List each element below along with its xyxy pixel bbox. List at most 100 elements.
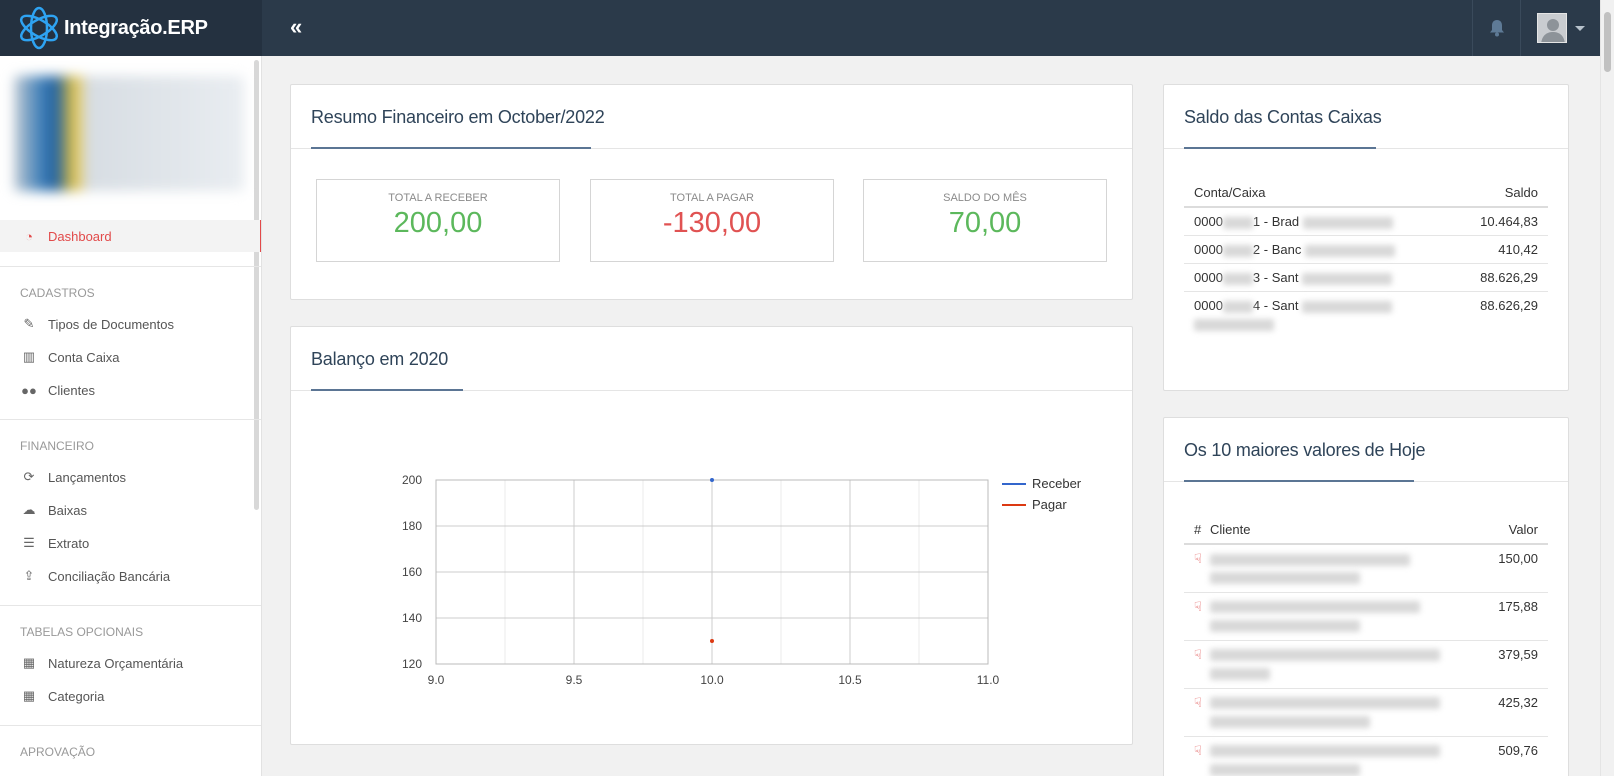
table-row[interactable]: ☟ 425,32 [1184, 687, 1548, 736]
panel-title: Balanço em 2020 [311, 349, 449, 369]
table-row[interactable]: 0000 3 - Sant 88.626,29 [1184, 263, 1548, 292]
sidebar: ◔ Dashboard CADASTROS ✎ Tipos de Documen… [0, 56, 262, 776]
stat-label: TOTAL A PAGAR [670, 192, 754, 204]
logo-icon [19, 6, 59, 50]
sidebar-item-label: Extrato [48, 535, 90, 551]
sidebar-item-baixas[interactable]: ☁ Baixas [0, 494, 261, 526]
panel-title: Resumo Financeiro em October/2022 [311, 107, 605, 127]
resumo-financeiro-panel: Resumo Financeiro em October/2022 TOTAL … [290, 84, 1133, 300]
column-header: Cliente [1206, 516, 1481, 545]
table-row[interactable]: ☟ 379,59 [1184, 639, 1548, 688]
thumbs-down-icon: ☟ [1194, 598, 1202, 614]
sidebar-section-tabelas: TABELAS OPCIONAIS [20, 625, 144, 639]
saldo-value: 88.626,29 [1453, 263, 1548, 292]
paperclip-icon: ✎ [23, 316, 35, 331]
panel-title: Saldo das Contas Caixas [1184, 107, 1382, 127]
sidebar-item-dashboard[interactable]: ◔ Dashboard [0, 220, 261, 252]
sidebar-section-financeiro: FINANCEIRO [20, 439, 95, 453]
top-navbar: Integração.ERP « [0, 0, 1600, 56]
total-receber-card: TOTAL A RECEBER 200,00 [316, 179, 560, 262]
conta-code: 0000 [1194, 270, 1223, 285]
chevron-down-icon [1574, 25, 1585, 31]
valor-value: 425,32 [1480, 687, 1548, 736]
table-row[interactable]: 0000 2 - Banc 410,42 [1184, 235, 1548, 264]
sidebar-item-conciliacao[interactable]: ⇪ Conciliação Bancária [0, 560, 261, 592]
x-tick-label: 9.0 [428, 673, 445, 687]
refresh-icon: ⟳ [23, 469, 35, 484]
sidebar-item-tipos-documentos[interactable]: ✎ Tipos de Documentos [0, 308, 261, 340]
table-row[interactable]: 0000 4 - Sant 88.626,29 [1184, 291, 1548, 337]
notifications-button[interactable] [1472, 0, 1520, 56]
user-menu-button[interactable] [1520, 0, 1600, 56]
thumbs-down-icon: ☟ [1194, 742, 1202, 758]
table-icon: ▦ [22, 688, 36, 703]
table-row[interactable]: ☟ 509,76 [1184, 735, 1548, 776]
sidebar-section-aprovacao: APROVAÇÃO [20, 745, 96, 759]
data-point-pagar [710, 639, 714, 643]
stat-label: TOTAL A RECEBER [388, 192, 488, 204]
saldo-mes-card: SALDO DO MÊS 70,00 [863, 179, 1107, 262]
user-silhouette-icon [1540, 19, 1565, 42]
conta-name: 3 - Sant [1252, 270, 1299, 285]
saldo-value: 410,42 [1453, 235, 1548, 264]
sidebar-item-label: Clientes [48, 382, 95, 398]
sidebar-scrollbar[interactable] [254, 60, 259, 510]
y-tick-label: 180 [402, 519, 422, 533]
sidebar-section-cadastros: CADASTROS [20, 286, 95, 300]
x-tick-label: 10.5 [838, 673, 862, 687]
thumbs-down-icon: ☟ [1194, 551, 1202, 566]
y-tick-label: 140 [402, 611, 422, 625]
y-tick-label: 120 [402, 657, 422, 671]
conta-name: 1 - Brad [1252, 214, 1300, 229]
table-row[interactable]: ☟ 150,00 [1184, 543, 1548, 592]
page-scrollbar[interactable] [1600, 0, 1614, 776]
list-icon: ☰ [23, 535, 35, 550]
balanco-chart: 200 180 160 140 120 9.0 9.5 10.0 10.5 11.0 Receber… [402, 473, 1082, 687]
table-row[interactable]: 0000 1 - Brad 10.464,83 [1184, 206, 1548, 236]
total-pagar-card: TOTAL A PAGAR -130,00 [590, 179, 834, 262]
legend-label-receber: Receber [1032, 476, 1082, 491]
sidebar-collapse-button[interactable]: « [290, 14, 302, 40]
column-header: Valor [1480, 516, 1548, 545]
sidebar-item-label: Categoria [48, 688, 105, 704]
saldo-value: 88.626,29 [1453, 291, 1548, 337]
valor-value: 175,88 [1480, 591, 1548, 640]
legend-label-pagar: Pagar [1032, 497, 1067, 512]
sidebar-item-natureza[interactable]: ▦ Natureza Orçamentária [0, 647, 261, 679]
sidebar-item-label: Dashboard [48, 228, 112, 244]
sidebar-item-label: Baixas [48, 502, 88, 518]
stat-label: SALDO DO MÊS [943, 192, 1027, 204]
x-tick-label: 9.5 [566, 673, 583, 687]
panel-title: Os 10 maiores valores de Hoje [1184, 440, 1426, 460]
bell-icon [1489, 20, 1504, 37]
conta-code: 0000 [1194, 214, 1223, 229]
sidebar-item-categoria[interactable]: ▦ Categoria [0, 680, 261, 712]
y-tick-label: 200 [402, 473, 422, 487]
brand[interactable]: Integração.ERP [0, 0, 262, 56]
sidebar-item-lancamentos[interactable]: ⟳ Lançamentos [0, 461, 261, 493]
table-icon: ▦ [22, 655, 36, 670]
x-tick-label: 11.0 [977, 673, 1000, 687]
sidebar-item-label: Lançamentos [48, 469, 127, 485]
sidebar-item-extrato[interactable]: ☰ Extrato [0, 527, 261, 559]
table-row[interactable]: ☟ 175,88 [1184, 591, 1548, 640]
conta-code: 0000 [1194, 242, 1223, 257]
y-tick-label: 160 [402, 565, 422, 579]
valor-value: 509,76 [1480, 735, 1548, 776]
dashboard-icon: ◔ [25, 228, 33, 244]
cloud-download-icon: ☁ [22, 502, 36, 517]
stat-value: 200,00 [393, 207, 483, 239]
valor-value: 150,00 [1480, 543, 1548, 592]
sidebar-item-clientes[interactable]: ●● Clientes [0, 374, 261, 406]
company-logo [14, 76, 244, 191]
saldo-table: Conta/Caixa Saldo 0000 1 - Brad 10.464,83… [1184, 179, 1548, 337]
saldo-contas-panel: Saldo das Contas Caixas Conta/Caixa Sald… [1163, 84, 1569, 391]
sidebar-item-conta-caixa[interactable]: ▥ Conta Caixa [0, 341, 261, 373]
sidebar-item-label: Natureza Orçamentária [48, 655, 184, 671]
x-tick-label: 10.0 [700, 673, 724, 687]
column-header: Saldo [1453, 179, 1548, 208]
conta-name: 4 - Sant [1252, 298, 1299, 313]
conta-code: 0000 [1194, 298, 1223, 313]
maiores-table: # Cliente Valor ☟ 150,00 ☟ 175,88 ☟ 379,… [1184, 516, 1548, 776]
brand-name: Integração.ERP [64, 16, 208, 39]
